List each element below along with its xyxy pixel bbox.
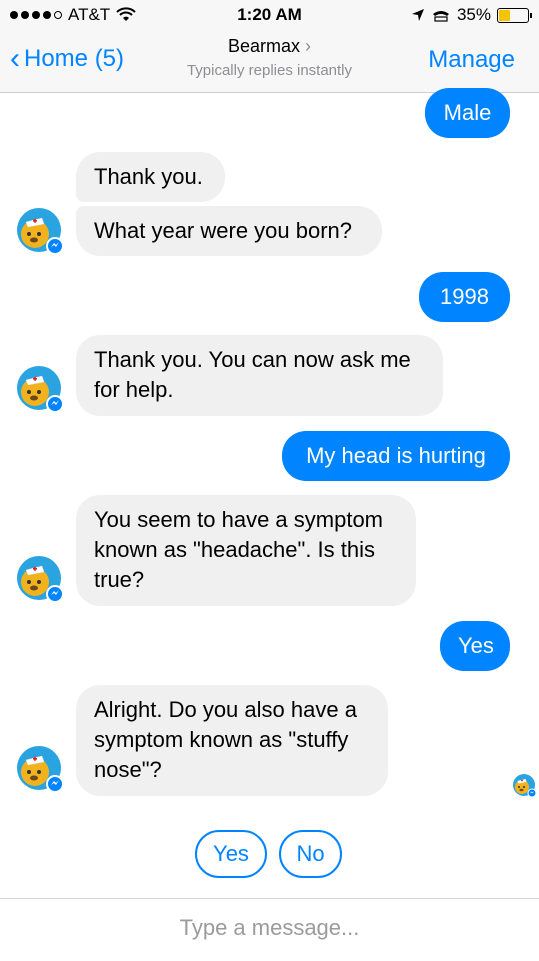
- status-right: 35%: [411, 5, 532, 25]
- message-bubble-incoming: Alright. Do you also have a symptom know…: [76, 685, 388, 796]
- quick-reply-no[interactable]: No: [279, 830, 342, 878]
- battery-percent: 35%: [456, 5, 491, 24]
- message-bubble-outgoing: 1998: [419, 272, 510, 322]
- message-bubble-incoming: What year were you born?: [76, 206, 382, 256]
- message-list[interactable]: Male Thank you. What year were you born?…: [0, 88, 539, 898]
- status-bar: AT&T 1:20 AM 35%: [0, 0, 539, 30]
- title-label: Bearmax: [227, 36, 300, 56]
- tty-icon: [432, 11, 449, 22]
- bot-avatar[interactable]: [13, 204, 65, 256]
- read-receipt-avatar: [511, 772, 537, 798]
- bot-avatar[interactable]: [13, 362, 65, 414]
- battery-icon: [497, 7, 532, 23]
- message-bubble-outgoing: Yes: [440, 621, 510, 671]
- manage-button[interactable]: Manage: [428, 46, 515, 74]
- message-bubble-incoming: Thank you.: [76, 152, 225, 202]
- message-bubble-incoming: You seem to have a symptom known as "hea…: [76, 495, 416, 606]
- message-bubble-outgoing: My head is hurting: [282, 431, 510, 481]
- chevron-right-icon: ›: [305, 36, 312, 56]
- bot-avatar[interactable]: [13, 742, 65, 794]
- message-composer[interactable]: Type a message...: [0, 898, 539, 961]
- location-arrow-icon: [411, 9, 424, 21]
- navigation-bar: ‹ Home (5) Bearmax › Typically replies i…: [0, 30, 539, 93]
- message-bubble-incoming: Thank you. You can now ask me for help.: [76, 335, 443, 416]
- message-input[interactable]: Type a message...: [0, 915, 539, 941]
- quick-reply-yes[interactable]: Yes: [195, 830, 267, 878]
- bot-avatar[interactable]: [13, 552, 65, 604]
- message-bubble-outgoing: Male: [425, 88, 510, 138]
